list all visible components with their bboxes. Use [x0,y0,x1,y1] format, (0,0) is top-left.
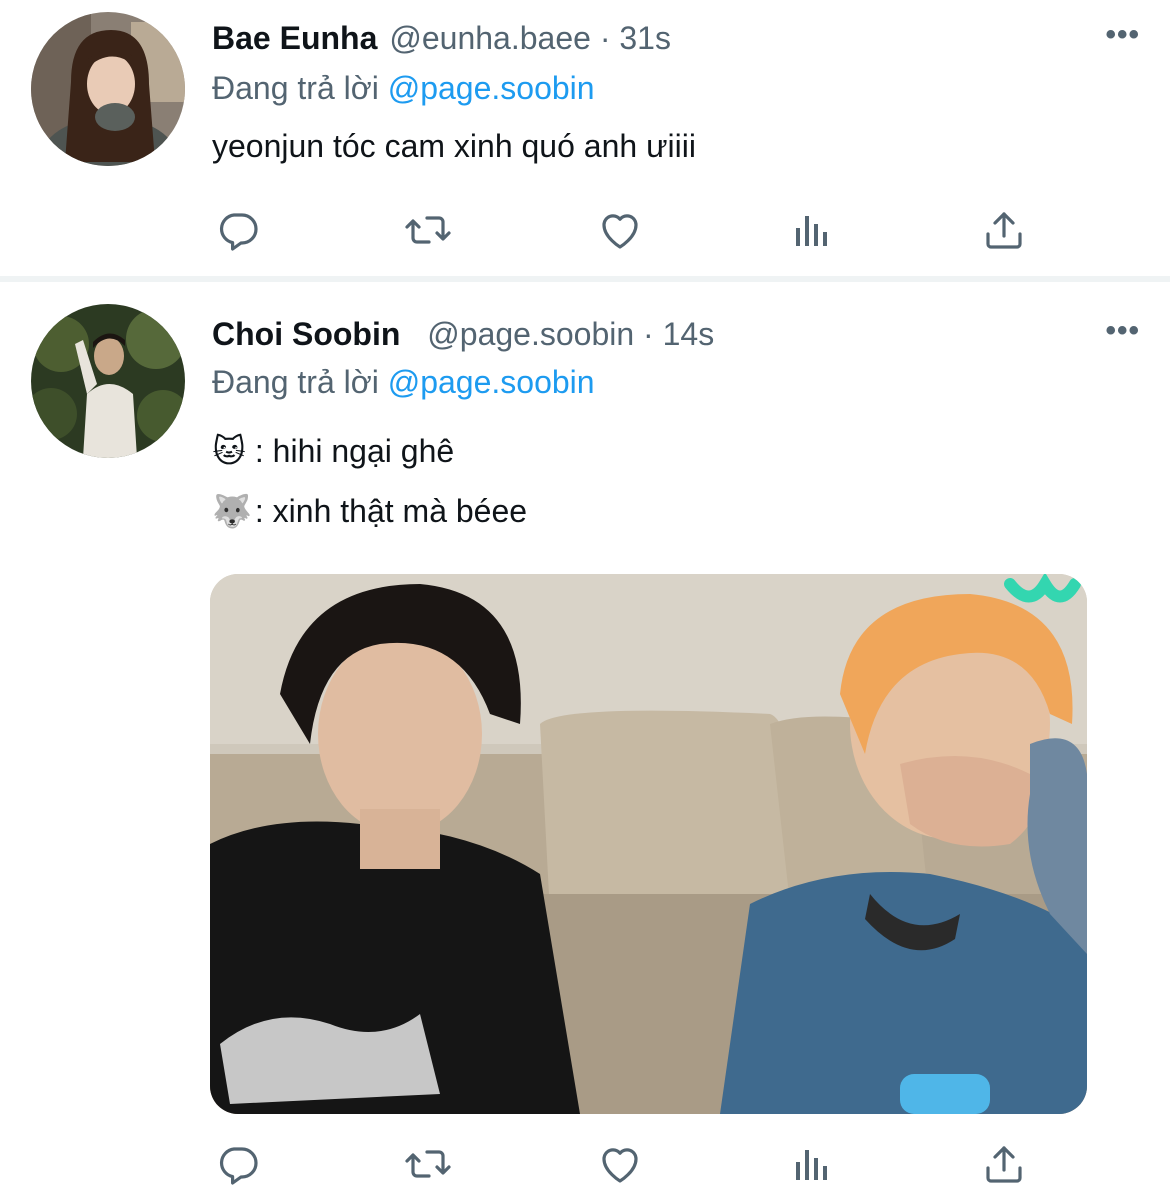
analytics-button[interactable] [786,1140,838,1188]
mention-link[interactable]: @page.soobin [388,364,595,400]
avatar-photo [31,304,185,458]
wolf-emoji: 🐺 [212,493,252,529]
more-options-icon[interactable]: ••• [1105,314,1140,348]
mention-link[interactable]: @page.soobin [388,70,595,106]
share-icon [978,1140,1030,1188]
reply-button[interactable] [212,206,264,254]
share-button[interactable] [978,206,1030,254]
retweet-icon [402,206,454,254]
more-options-icon[interactable]: ••• [1105,18,1140,52]
avatar[interactable] [31,12,185,166]
tweet-header: Bae Eunha @eunha.baee · 31s [212,20,671,57]
replying-to: Đang trả lời @page.soobin [212,364,595,401]
cat-emoji: 🐱 [212,433,246,469]
avatar-photo [31,12,185,166]
analytics-icon [786,1140,838,1188]
retweet-button[interactable] [402,206,454,254]
timestamp[interactable]: 31s [619,20,671,56]
share-button[interactable] [978,1140,1030,1188]
retweet-icon [402,1140,454,1188]
author-name[interactable]: Choi Soobin [212,316,400,352]
tweet-text: yeonjun tóc cam xinh quó anh ưiiii [212,128,696,164]
tweet-header: Choi Soobin @page.soobin · 14s [212,316,714,353]
reply-icon [212,1140,264,1188]
replying-to: Đang trả lời @page.soobin [212,70,595,107]
reply-button[interactable] [212,1140,264,1188]
avatar[interactable] [31,304,185,458]
separator-dot: · [643,316,654,352]
tweet-bae-eunha[interactable]: Bae Eunha @eunha.baee · 31s ••• Đang trả … [0,0,1170,276]
timestamp[interactable]: 14s [663,316,715,352]
like-icon [594,1140,646,1188]
tweet-media-image[interactable] [210,574,1087,1114]
author-name[interactable]: Bae Eunha [212,20,377,56]
tweet-text-line: 🐱 : hihi ngại ghê [212,432,454,470]
tweet-actions [212,1140,1032,1188]
tweet-text-line: 🐺 : xinh thật mà béee [212,492,527,530]
like-icon [594,206,646,254]
author-handle[interactable]: @eunha.baee [389,20,591,56]
media-photo [210,574,1087,1114]
tweet-choi-soobin[interactable]: Choi Soobin @page.soobin · 14s ••• Đang … [0,282,1170,1202]
author-handle[interactable]: @page.soobin [427,316,634,352]
replying-to-prefix: Đang trả lời [212,364,379,400]
analytics-icon [786,206,838,254]
separator-dot: · [599,20,611,56]
like-button[interactable] [594,206,646,254]
replying-to-prefix: Đang trả lời [212,70,379,106]
reply-icon [212,206,264,254]
retweet-button[interactable] [402,1140,454,1188]
analytics-button[interactable] [786,206,838,254]
tweet-text: : xinh thật mà béee [254,493,528,529]
tweet-text: : hihi ngại ghê [254,433,455,469]
like-button[interactable] [594,1140,646,1188]
share-icon [978,206,1030,254]
tweet-actions [212,206,1032,254]
